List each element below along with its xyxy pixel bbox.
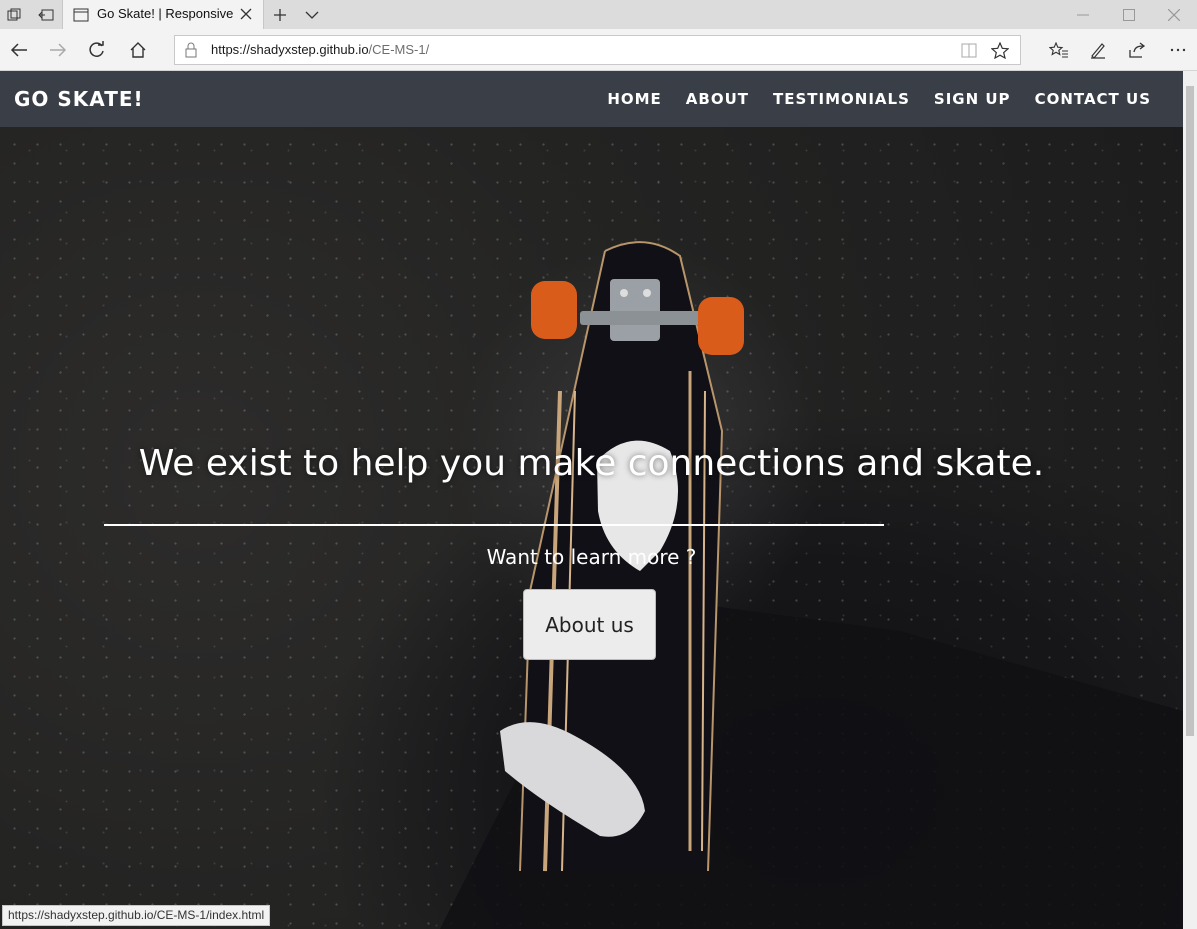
- tab-title: Go Skate! | Responsive G: [97, 6, 233, 21]
- new-tab-icon[interactable]: [266, 0, 294, 29]
- set-aside-tabs-icon[interactable]: [32, 0, 60, 29]
- address-bar[interactable]: https://shadyxstep.github.io/CE-MS-1/: [174, 35, 1021, 65]
- more-options-icon[interactable]: [1161, 34, 1195, 66]
- url-text[interactable]: https://shadyxstep.github.io/CE-MS-1/: [211, 42, 429, 57]
- scrollbar-thumb[interactable]: [1186, 86, 1194, 736]
- nav-contact-us[interactable]: CONTACT US: [1035, 90, 1151, 108]
- tab-list-chevron-icon[interactable]: [298, 0, 326, 29]
- back-icon[interactable]: [2, 34, 36, 66]
- forward-icon[interactable]: [41, 34, 75, 66]
- nav-testimonials[interactable]: TESTIMONIALS: [773, 90, 910, 108]
- url-path: /CE-MS-1/: [368, 42, 430, 57]
- browser-titlebar: Go Skate! | Responsive G: [0, 0, 1197, 29]
- lock-icon: [185, 42, 197, 62]
- minimize-icon[interactable]: [1060, 0, 1106, 29]
- nav-home[interactable]: HOME: [607, 90, 661, 108]
- nav-about[interactable]: ABOUT: [686, 90, 749, 108]
- hero-background-image: [440, 241, 1183, 929]
- favorites-list-icon[interactable]: [1042, 34, 1076, 66]
- page-scrollbar[interactable]: [1183, 71, 1197, 929]
- nav-sign-up[interactable]: SIGN UP: [934, 90, 1011, 108]
- site-navbar: GO SKATE! HOME ABOUT TESTIMONIALS SIGN U…: [0, 71, 1183, 127]
- maximize-icon[interactable]: [1106, 0, 1152, 29]
- browser-toolbar: https://shadyxstep.github.io/CE-MS-1/: [0, 29, 1197, 71]
- site-menu: HOME ABOUT TESTIMONIALS SIGN UP CONTACT …: [607, 90, 1151, 108]
- status-bar-link-preview: https://shadyxstep.github.io/CE-MS-1/ind…: [2, 905, 271, 926]
- hero-divider: [104, 524, 884, 526]
- close-tab-icon[interactable]: [237, 4, 255, 24]
- browser-tab-active[interactable]: Go Skate! | Responsive G: [62, 0, 264, 29]
- share-icon[interactable]: [1120, 34, 1154, 66]
- home-icon[interactable]: [121, 34, 155, 66]
- favorite-star-icon[interactable]: [990, 41, 1010, 63]
- site-brand-logo[interactable]: GO SKATE!: [14, 87, 144, 111]
- tab-preview-icon[interactable]: [0, 0, 28, 29]
- refresh-icon[interactable]: [80, 34, 114, 66]
- hero-subheading: Want to learn more ?: [486, 545, 697, 569]
- close-window-icon[interactable]: [1151, 0, 1197, 29]
- page-icon: [73, 7, 89, 26]
- url-host: https://shadyxstep.github.io: [211, 42, 369, 57]
- about-us-button[interactable]: About us: [523, 589, 656, 660]
- page-viewport: GO SKATE! HOME ABOUT TESTIMONIALS SIGN U…: [0, 71, 1183, 929]
- hero-headline: We exist to help you make connections an…: [138, 443, 1045, 484]
- web-note-pen-icon[interactable]: [1081, 34, 1115, 66]
- reading-view-icon[interactable]: [961, 43, 977, 62]
